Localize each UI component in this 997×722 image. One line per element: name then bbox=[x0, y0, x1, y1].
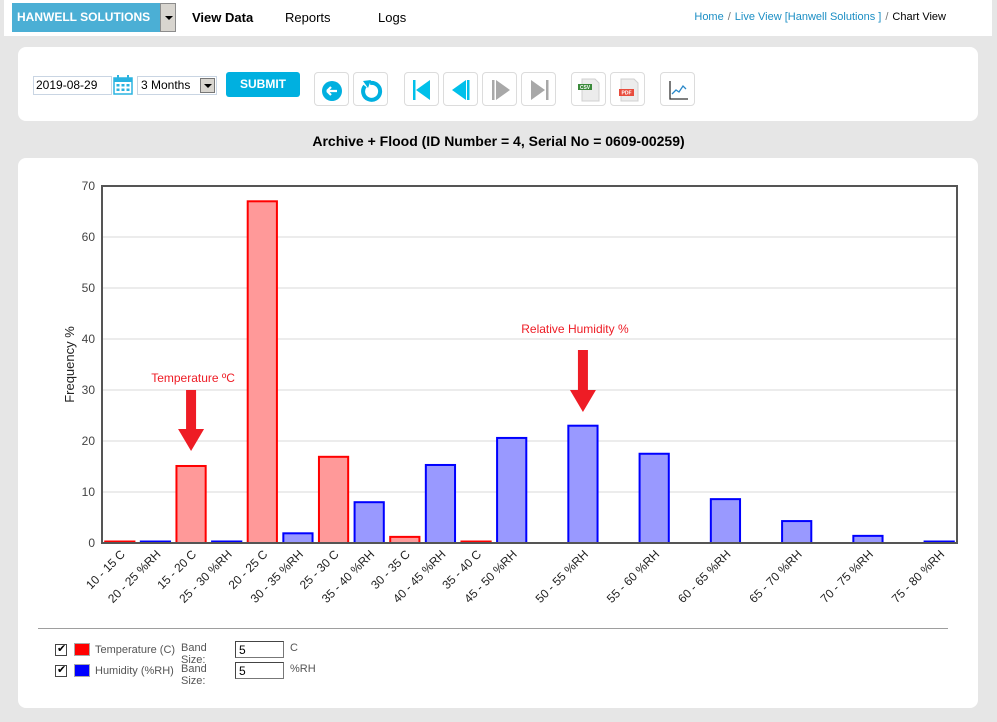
refresh-button[interactable] bbox=[353, 72, 388, 106]
humidity-band-size-input[interactable]: 5 bbox=[235, 662, 284, 679]
first-icon bbox=[413, 80, 430, 100]
previous-icon bbox=[452, 80, 470, 100]
humidity-checkbox[interactable] bbox=[55, 663, 67, 677]
breadcrumb: Home / Live View [Hanwell Solutions ] / Char… bbox=[694, 11, 946, 23]
humidity-unit: %RH bbox=[290, 663, 316, 675]
humidity-color-swatch[interactable] bbox=[74, 664, 90, 677]
temperature-bar bbox=[246, 200, 278, 545]
date-input[interactable]: 2019-08-29 bbox=[33, 76, 112, 95]
y-tick-label: 50 bbox=[82, 281, 96, 295]
breadcrumb-separator: / bbox=[885, 11, 889, 23]
annotation-arrow-icon bbox=[569, 350, 596, 412]
y-tick-label: 10 bbox=[82, 485, 96, 499]
next-button[interactable] bbox=[482, 72, 517, 106]
period-select-value: 3 Months bbox=[141, 78, 191, 92]
humidity-bar bbox=[852, 534, 884, 544]
back-circle-icon bbox=[322, 81, 342, 101]
y-axis-label: Frequency % bbox=[62, 326, 77, 403]
temperature-bar bbox=[175, 464, 207, 544]
humidity-bar bbox=[709, 498, 742, 545]
x-tick-label: 50 - 55 %RH bbox=[533, 547, 591, 605]
pdf-export-button[interactable]: PDF bbox=[610, 72, 645, 106]
nav-logs[interactable]: Logs bbox=[378, 10, 406, 25]
back-button[interactable] bbox=[314, 72, 349, 106]
x-tick-label: 55 - 60 %RH bbox=[604, 547, 662, 605]
humidity-bar bbox=[282, 532, 314, 544]
temperature-unit: C bbox=[290, 642, 298, 654]
csv-export-icon: CSV bbox=[578, 78, 600, 102]
annotation-label: Temperature ºC bbox=[151, 371, 235, 385]
humidity-bar bbox=[496, 436, 528, 544]
svg-text:PDF: PDF bbox=[622, 91, 632, 97]
humidity-bar bbox=[353, 501, 385, 545]
y-tick-label: 30 bbox=[82, 383, 96, 397]
temperature-band-size-input[interactable]: 5 bbox=[235, 641, 284, 658]
humidity-bar bbox=[638, 452, 670, 544]
nav-reports[interactable]: Reports bbox=[285, 10, 331, 25]
chevron-down-icon[interactable] bbox=[200, 78, 215, 93]
next-icon bbox=[492, 80, 510, 100]
line-chart-icon bbox=[669, 81, 688, 100]
temperature-color-swatch[interactable] bbox=[74, 643, 90, 656]
line-chart-button[interactable] bbox=[660, 72, 695, 106]
humidity-band-size-label: Band Size: bbox=[181, 663, 207, 687]
temperature-legend-label: Temperature (C) bbox=[95, 644, 176, 656]
csv-export-button[interactable]: CSV bbox=[571, 72, 606, 106]
breadcrumb-home[interactable]: Home bbox=[694, 11, 723, 23]
x-tick-label: 70 - 75 %RH bbox=[818, 547, 876, 605]
first-page-button[interactable] bbox=[404, 72, 439, 106]
humidity-bar bbox=[567, 424, 599, 545]
previous-button[interactable] bbox=[443, 72, 478, 106]
temperature-bar bbox=[317, 455, 350, 544]
humidity-bar bbox=[424, 463, 457, 544]
chart-panel: 0 10 20 30 40 50 60 70 Frequency % 10 - 15 C 20 - … bbox=[18, 158, 978, 708]
breadcrumb-separator: / bbox=[727, 11, 731, 23]
y-tick-label: 60 bbox=[82, 230, 96, 244]
legend-divider bbox=[38, 628, 948, 629]
nav-view-data[interactable]: View Data bbox=[192, 10, 253, 25]
last-page-button[interactable] bbox=[521, 72, 556, 106]
y-tick-label: 20 bbox=[82, 434, 96, 448]
chart-title: Archive + Flood (ID Number = 4, Serial N… bbox=[312, 133, 685, 149]
pdf-export-icon: PDF bbox=[619, 78, 639, 102]
period-select[interactable]: 3 Months bbox=[137, 76, 217, 95]
brand-selector[interactable]: HANWELL SOLUTIONS bbox=[12, 3, 160, 32]
calendar-icon[interactable] bbox=[113, 74, 133, 95]
temperature-checkbox[interactable] bbox=[55, 642, 67, 656]
breadcrumb-current: Chart View bbox=[892, 11, 946, 23]
x-tick-label: 60 - 65 %RH bbox=[675, 547, 733, 605]
annotation-arrow-icon bbox=[178, 390, 205, 451]
histogram-chart: 010203040506070Frequency %10 - 15 C20 - … bbox=[62, 179, 958, 606]
y-tick-label: 40 bbox=[82, 332, 96, 346]
y-tick-label: 70 bbox=[82, 179, 96, 193]
x-tick-label: 65 - 70 %RH bbox=[746, 547, 804, 605]
x-tick-label: 75 - 80 %RH bbox=[889, 547, 947, 605]
humidity-legend-label: Humidity (%RH) bbox=[95, 665, 174, 677]
last-icon bbox=[531, 80, 549, 100]
y-tick-label: 0 bbox=[88, 536, 95, 550]
breadcrumb-live-view[interactable]: Live View [Hanwell Solutions ] bbox=[735, 11, 882, 23]
annotation-label: Relative Humidity % bbox=[521, 322, 629, 336]
refresh-icon bbox=[361, 80, 383, 102]
submit-button[interactable]: SUBMIT bbox=[226, 72, 300, 97]
humidity-bar bbox=[781, 520, 813, 545]
svg-text:CSV: CSV bbox=[580, 85, 591, 91]
plot-frame bbox=[101, 185, 958, 544]
top-navigation-bar: HANWELL SOLUTIONS View Data Reports Logs… bbox=[4, 0, 992, 36]
toolbar-panel: 2019-08-29 3 Months SUBMIT CSV PDF bbox=[18, 47, 978, 121]
brand-dropdown-arrow-icon[interactable] bbox=[160, 3, 176, 32]
